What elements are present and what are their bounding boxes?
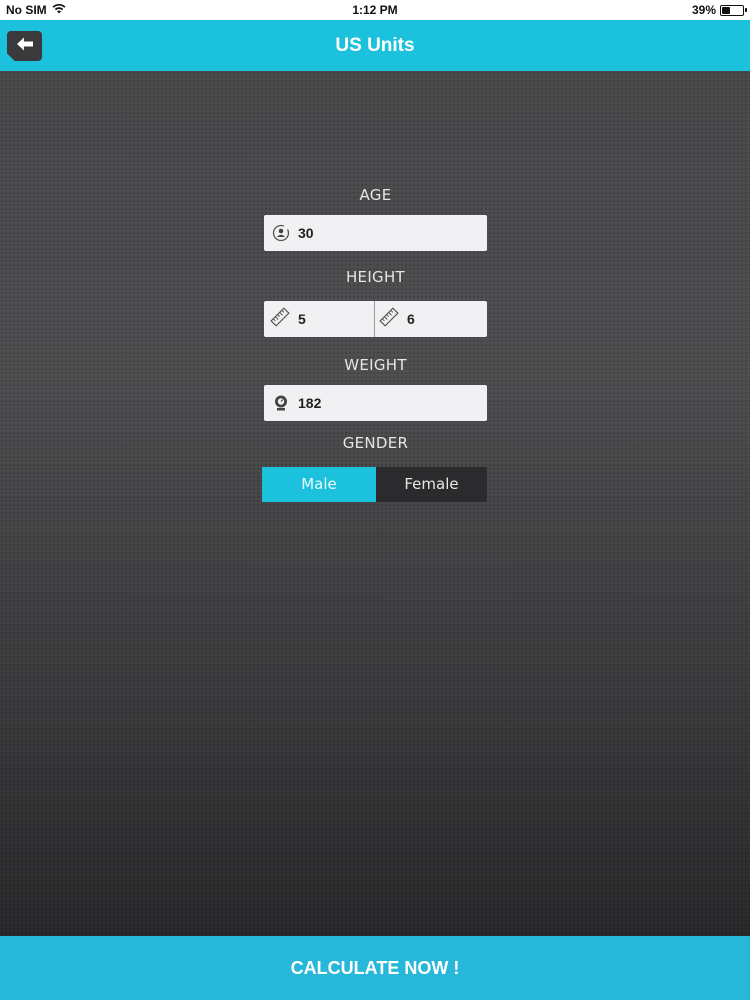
gender-male-option[interactable]: Male bbox=[262, 467, 376, 502]
page-title: US Units bbox=[335, 35, 415, 56]
nav-bar: US Units bbox=[0, 20, 750, 71]
main-content: AGE 30 HEIGHT 5 6 WEIGHT 182 GENDER Male… bbox=[0, 71, 750, 936]
height-fields: 5 6 bbox=[264, 301, 487, 337]
height-label: HEIGHT bbox=[345, 268, 406, 286]
person-icon bbox=[271, 223, 291, 243]
gender-female-option[interactable]: Female bbox=[376, 467, 487, 502]
status-right: 39% bbox=[691, 3, 747, 17]
gender-toggle: Male Female bbox=[262, 467, 487, 502]
back-button[interactable] bbox=[7, 31, 42, 61]
height-inches-field[interactable]: 6 bbox=[375, 301, 487, 337]
gender-label: GENDER bbox=[342, 434, 409, 452]
status-time: 1:12 PM bbox=[352, 3, 398, 17]
age-value: 30 bbox=[298, 225, 314, 241]
height-feet-field[interactable]: 5 bbox=[264, 301, 375, 337]
ruler-icon bbox=[270, 307, 290, 331]
arrow-left-icon bbox=[16, 36, 34, 56]
age-label: AGE bbox=[359, 186, 392, 204]
status-bar: No SIM 1:12 PM 39% bbox=[0, 0, 750, 20]
height-feet-value: 5 bbox=[298, 311, 306, 327]
weight-value: 182 bbox=[298, 395, 322, 411]
battery-percent: 39% bbox=[691, 3, 716, 17]
calculate-button[interactable]: CALCULATE NOW ! bbox=[0, 936, 750, 1000]
height-inches-value: 6 bbox=[407, 311, 415, 327]
age-field[interactable]: 30 bbox=[264, 215, 487, 251]
battery-icon bbox=[720, 4, 747, 16]
scale-icon bbox=[271, 393, 291, 413]
weight-label: WEIGHT bbox=[344, 356, 407, 374]
weight-field[interactable]: 182 bbox=[264, 385, 487, 421]
battery-fill bbox=[722, 6, 730, 14]
ruler-icon bbox=[379, 307, 399, 331]
